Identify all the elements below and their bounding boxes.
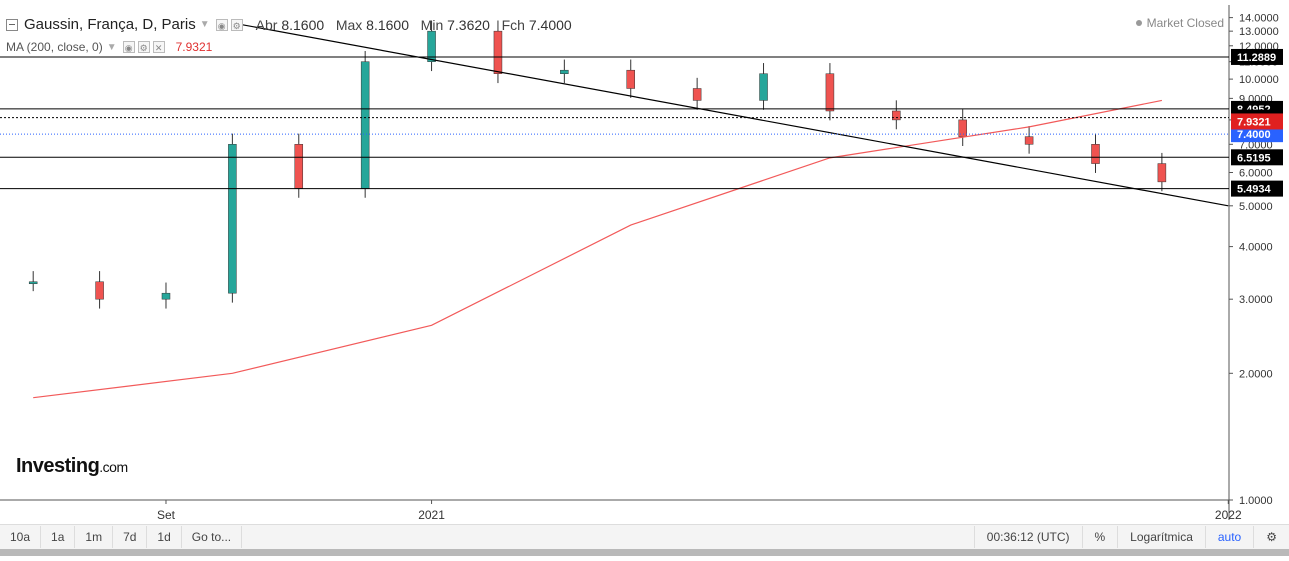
y-tick-label: 2.0000: [1239, 368, 1273, 380]
ma-close-icon[interactable]: ✕: [152, 41, 165, 53]
settings-icon[interactable]: ⚙: [230, 18, 243, 31]
close-label: Fch: [501, 16, 525, 33]
range-10a-button[interactable]: 10a: [0, 526, 42, 548]
range-1a-button[interactable]: 1a: [41, 526, 76, 548]
candle-body: [560, 69, 569, 74]
chevron-down-icon[interactable]: ▼: [200, 19, 210, 30]
high-value: 8.1600: [366, 16, 409, 33]
goto-button[interactable]: Go to...: [182, 526, 243, 548]
ma-chevron-down-icon[interactable]: ▼: [107, 42, 117, 53]
percent-toggle[interactable]: %: [1081, 526, 1118, 548]
market-status: Market Closed: [1135, 16, 1224, 30]
range-1d-button[interactable]: 1d: [147, 526, 182, 548]
close-price-label: 7.4000: [1237, 129, 1271, 141]
ma-label[interactable]: MA (200, close, 0): [6, 40, 103, 54]
status-dot-icon: [1135, 20, 1142, 26]
candle-body: [294, 144, 304, 189]
investing-logo: Investing.com: [16, 455, 128, 478]
settings-gear-icon[interactable]: ⚙: [1253, 526, 1289, 548]
taskbar-strip: [0, 549, 1289, 556]
level-label: 5.4934: [1237, 184, 1272, 196]
ma-price-label: 7.9321: [1237, 116, 1271, 128]
candle-body: [95, 281, 104, 300]
y-tick-label: 3.0000: [1239, 294, 1273, 306]
level-label: 6.5195: [1237, 152, 1271, 164]
trendline: [232, 22, 1229, 207]
high-label: Max: [335, 16, 363, 33]
candle-body: [493, 30, 503, 74]
auto-scale-toggle[interactable]: auto: [1204, 526, 1253, 548]
price-chart[interactable]: 14.000013.000012.000011.000010.00009.000…: [0, 0, 1289, 556]
ma-line: [33, 99, 1163, 399]
y-tick-label: 6.0000: [1239, 167, 1273, 179]
candle-body: [28, 281, 38, 285]
ma-eye-icon[interactable]: ◉: [122, 41, 135, 53]
y-tick-label: 1.0000: [1239, 495, 1273, 507]
candle-body: [1157, 163, 1167, 183]
market-status-label: Market Closed: [1146, 16, 1224, 30]
symbol-legend: Gaussin, França, D, Paris ▼ ◉ ⚙ Abr 8.16…: [6, 16, 572, 33]
candle-body: [1024, 136, 1034, 145]
candle-body: [825, 73, 835, 112]
log-scale-toggle[interactable]: Logarítmica: [1117, 526, 1205, 548]
candle-body: [626, 69, 635, 89]
ma-value: 7.9321: [175, 40, 213, 54]
y-tick-label: 14.0000: [1239, 13, 1279, 25]
x-tick-label: 2021: [418, 508, 445, 522]
range-7d-button[interactable]: 7d: [113, 526, 148, 548]
low-value: 7.3620: [447, 16, 490, 33]
candle-body: [228, 144, 237, 294]
symbol-label[interactable]: Gaussin, França, D, Paris: [24, 16, 196, 33]
candle-body: [892, 110, 901, 121]
close-value: 7.4000: [528, 16, 572, 33]
ohlc-values: Abr 8.1600 Max 8.1600 Min 7.3620 Fch 7.4…: [256, 17, 572, 33]
ma-legend: MA (200, close, 0) ▼ ◉ ⚙ ✕ 7.9321: [6, 40, 212, 54]
candle-body: [759, 73, 768, 101]
collapse-icon[interactable]: [6, 18, 18, 31]
x-tick-label: Set: [157, 508, 176, 522]
logo-main: Investing: [16, 455, 100, 477]
candle-body: [958, 119, 967, 137]
chart-frame: 14.000013.000012.000011.000010.00009.000…: [0, 0, 1289, 556]
y-tick-label: 13.0000: [1239, 26, 1279, 38]
open-value: 8.1600: [281, 16, 325, 33]
utc-clock: 00:36:12 (UTC): [973, 526, 1082, 548]
candle-body: [1091, 144, 1100, 164]
eye-icon[interactable]: ◉: [215, 18, 228, 31]
bottom-toolbar: 10a 1a 1m 7d 1d Go to... 00:36:12 (UTC) …: [0, 524, 1289, 549]
y-tick-label: 10.0000: [1239, 74, 1279, 86]
logo-suffix: .com: [99, 459, 128, 475]
low-label: Min: [420, 16, 444, 33]
range-1m-button[interactable]: 1m: [75, 526, 114, 548]
level-label: 11.2889: [1237, 52, 1276, 64]
x-tick-label: 2022: [1215, 508, 1242, 522]
candle-body: [161, 292, 171, 300]
y-tick-label: 4.0000: [1239, 242, 1273, 254]
candle-body: [360, 61, 370, 189]
ma-settings-icon[interactable]: ⚙: [137, 41, 150, 53]
open-label: Abr: [255, 16, 278, 33]
candle-body: [692, 88, 702, 101]
y-tick-label: 5.0000: [1239, 201, 1273, 213]
